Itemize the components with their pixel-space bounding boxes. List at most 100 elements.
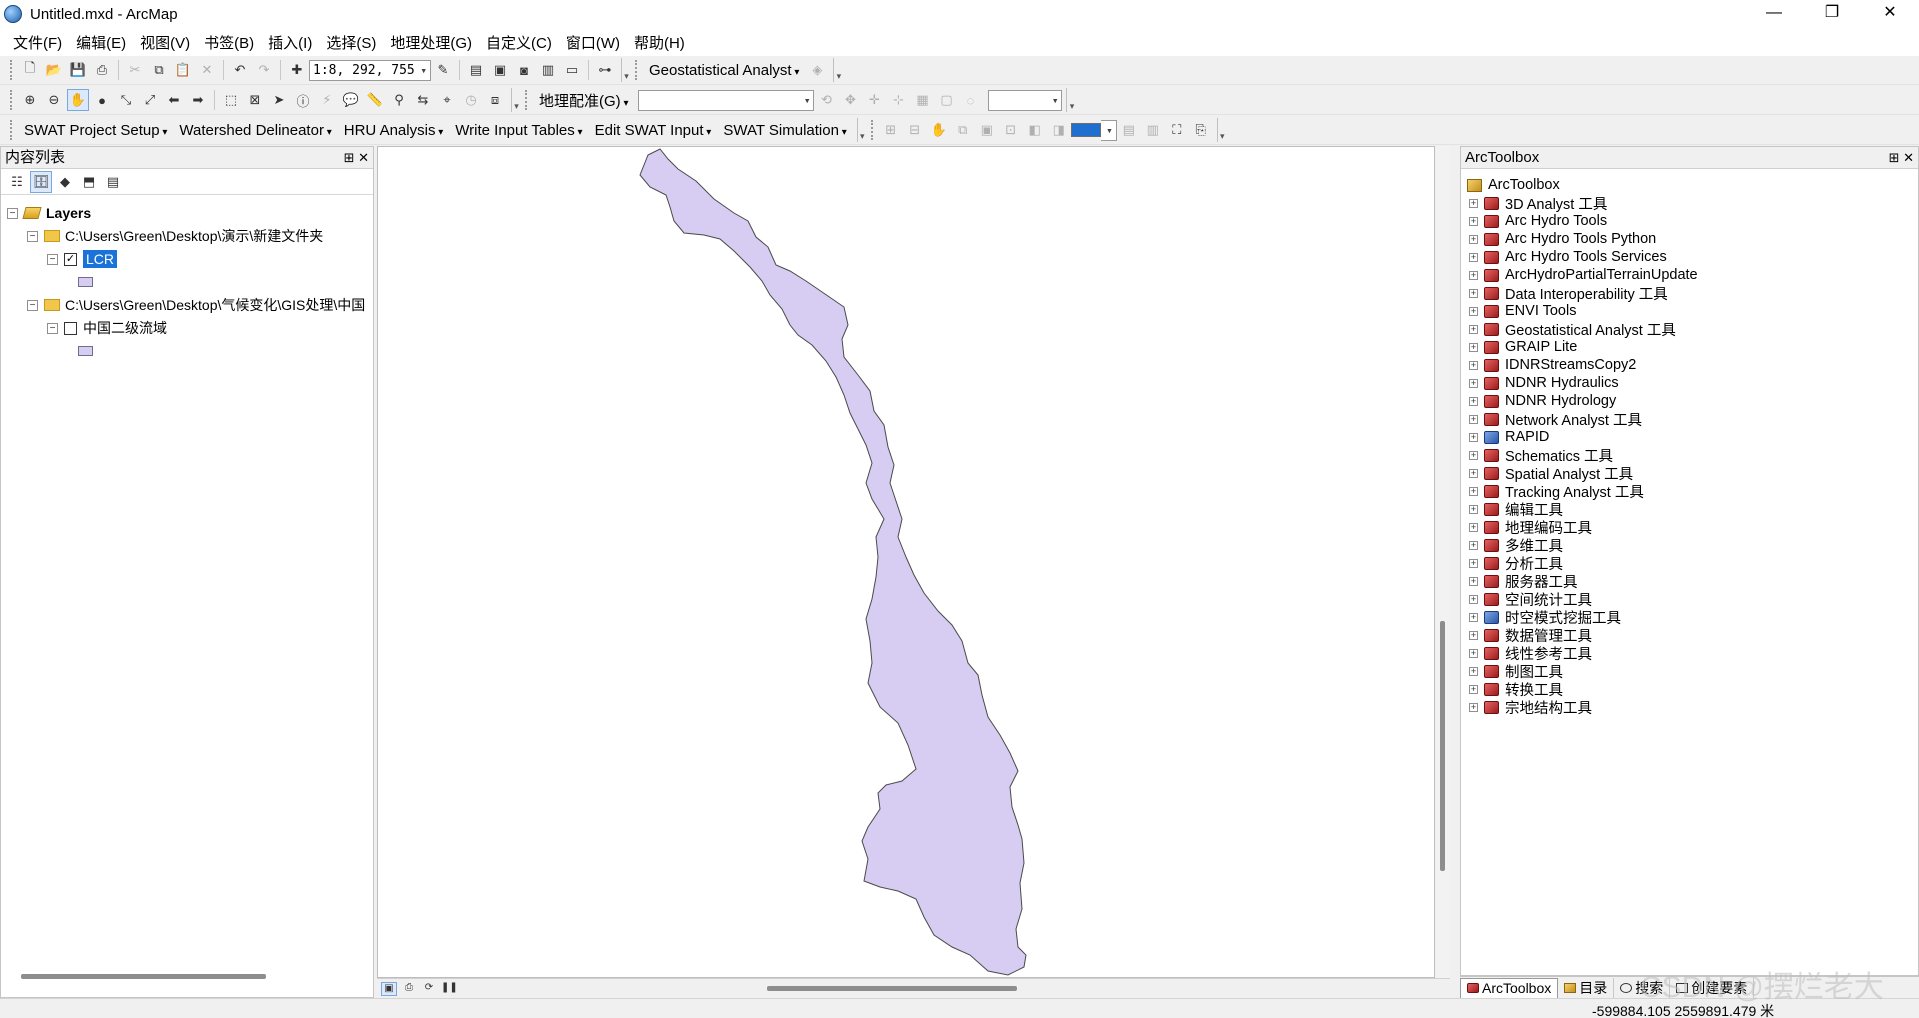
- expand-toggle[interactable]: +: [1469, 468, 1478, 478]
- list-by-drawing-order-icon[interactable]: ☷: [6, 171, 28, 193]
- tree-layer-lcr[interactable]: − ✓ LCR: [47, 248, 118, 270]
- find-route-icon[interactable]: ⇆: [412, 89, 434, 111]
- expand-toggle[interactable]: +: [1469, 576, 1478, 586]
- editor-toolbar-icon[interactable]: ✎: [432, 59, 454, 81]
- watershed-delineator-menu[interactable]: Watershed Delineator: [173, 122, 337, 139]
- expand-toggle[interactable]: +: [1469, 594, 1478, 604]
- toolbar-grip[interactable]: [870, 120, 875, 140]
- find-binoculars-icon[interactable]: ⚲: [388, 89, 410, 111]
- expand-toggle[interactable]: +: [1469, 414, 1478, 424]
- python-window-icon[interactable]: ▭: [561, 59, 583, 81]
- toc-pin-close-buttons[interactable]: ⊞ ✕: [344, 147, 369, 169]
- zoom-whole-page-icon[interactable]: ⧉: [952, 119, 974, 141]
- layer-visibility-checkbox[interactable]: [64, 321, 77, 335]
- map-scale-combo[interactable]: 1:8, 292, 755: [309, 59, 431, 81]
- measure-icon[interactable]: 📏: [364, 89, 386, 111]
- menu-geoprocessing[interactable]: 地理处理(G): [383, 32, 479, 53]
- layout-back-icon[interactable]: ◧: [1024, 119, 1046, 141]
- zoom-out-icon[interactable]: ⊖: [43, 89, 65, 111]
- print-icon[interactable]: ⎙: [91, 59, 113, 81]
- save-icon[interactable]: 💾: [67, 59, 89, 81]
- layout-pan-icon[interactable]: ✋: [928, 119, 950, 141]
- toolbar-options[interactable]: ▾: [511, 88, 521, 112]
- focus-data-frame-icon[interactable]: ▥: [1142, 119, 1164, 141]
- arctoolbox-pin-close-buttons[interactable]: ⊞ ✕: [1889, 147, 1914, 169]
- toolbar-grip[interactable]: [10, 90, 14, 110]
- edit-swat-input-menu[interactable]: Edit SWAT Input: [589, 122, 718, 139]
- table-of-contents-icon[interactable]: ▤: [465, 59, 487, 81]
- open-folder-icon[interactable]: 📂: [43, 59, 65, 81]
- tab-search[interactable]: 搜索: [1614, 977, 1671, 998]
- maximize-button[interactable]: ❐: [1803, 0, 1861, 28]
- expand-toggle[interactable]: +: [1469, 558, 1478, 568]
- expand-toggle[interactable]: +: [1469, 252, 1478, 262]
- undo-icon[interactable]: ↶: [229, 59, 251, 81]
- tab-arctoolbox[interactable]: ArcToolbox: [1460, 977, 1559, 998]
- viewer-icon[interactable]: ▢: [935, 89, 957, 111]
- expand-toggle[interactable]: +: [1469, 270, 1478, 280]
- zoom-percent-color-box[interactable]: [1070, 123, 1101, 137]
- clear-selection-icon[interactable]: ⊠: [244, 89, 266, 111]
- tree-root-layers[interactable]: − Layers: [7, 202, 91, 224]
- paste-icon[interactable]: 📋: [172, 59, 194, 81]
- map-canvas[interactable]: [378, 147, 1436, 979]
- menu-edit[interactable]: 编辑(E): [69, 32, 133, 53]
- expand-toggle[interactable]: +: [1469, 504, 1478, 514]
- fixed-zoom-layout-icon[interactable]: ⊡: [1000, 119, 1022, 141]
- menu-help[interactable]: 帮助(H): [627, 32, 692, 53]
- html-popup-icon[interactable]: 💬: [340, 89, 362, 111]
- expand-toggle[interactable]: +: [1469, 612, 1478, 622]
- full-extent-icon[interactable]: ●: [91, 89, 113, 111]
- minimize-button[interactable]: —: [1745, 0, 1803, 28]
- toolbox-item[interactable]: + 宗地结构工具: [1469, 696, 1592, 718]
- pause-drawing-icon[interactable]: ❚❚: [441, 982, 458, 996]
- collapse-toggle[interactable]: −: [47, 322, 58, 334]
- toolbar-options[interactable]: ▾: [856, 118, 867, 142]
- expand-toggle[interactable]: +: [1469, 648, 1478, 658]
- modelbuilder-icon[interactable]: ⊶: [594, 59, 616, 81]
- redo-icon[interactable]: ↷: [253, 59, 275, 81]
- toggle-draft-icon[interactable]: ▤: [1118, 119, 1140, 141]
- hyperlink-icon[interactable]: ⚡: [316, 89, 338, 111]
- expand-toggle[interactable]: +: [1469, 216, 1478, 226]
- create-viewer-icon[interactable]: ⧈: [484, 89, 506, 111]
- shift-icon[interactable]: ✥: [839, 89, 861, 111]
- expand-toggle[interactable]: +: [1469, 324, 1478, 334]
- zoom-100-icon[interactable]: ▣: [976, 119, 998, 141]
- geostat-wizard-icon[interactable]: ◈: [806, 59, 828, 81]
- delete-icon[interactable]: ✕: [196, 59, 218, 81]
- list-by-selection-icon[interactable]: ⬒: [78, 171, 100, 193]
- new-document-icon[interactable]: 🗋: [19, 59, 41, 81]
- georeferencing-menu[interactable]: 地理配准(G): [533, 90, 634, 111]
- menu-view[interactable]: 视图(V): [133, 32, 197, 53]
- layout-view-button[interactable]: ⎙: [401, 982, 417, 996]
- legend-patch-lcr[interactable]: [78, 277, 93, 287]
- tree-layer-china-basins[interactable]: − 中国二级流域: [47, 317, 167, 339]
- go-to-xy-icon[interactable]: ⌖: [436, 89, 458, 111]
- expand-toggle[interactable]: +: [1469, 684, 1478, 694]
- map-vertical-scrollbar[interactable]: [1436, 146, 1450, 978]
- expand-toggle[interactable]: +: [1469, 234, 1478, 244]
- control-point-icon[interactable]: ⊹: [887, 89, 909, 111]
- expand-toggle[interactable]: +: [1469, 360, 1478, 370]
- expand-toggle[interactable]: +: [1469, 306, 1478, 316]
- select-features-icon[interactable]: ⬚: [220, 89, 242, 111]
- expand-toggle[interactable]: +: [1469, 630, 1478, 640]
- expand-toggle[interactable]: +: [1469, 378, 1478, 388]
- expand-toggle[interactable]: +: [1469, 396, 1478, 406]
- swat-project-setup-menu[interactable]: SWAT Project Setup: [18, 122, 173, 139]
- geostatistical-analyst-menu[interactable]: Geostatistical Analyst: [643, 62, 805, 79]
- tab-catalog[interactable]: 目录: [1558, 977, 1615, 998]
- menu-selection[interactable]: 选择(S): [319, 32, 383, 53]
- rotate-icon[interactable]: ⟲: [815, 89, 837, 111]
- collapse-toggle[interactable]: −: [7, 207, 18, 219]
- layer-name-label[interactable]: LCR: [83, 250, 118, 268]
- lcr-basin-polygon[interactable]: [639, 148, 1027, 976]
- expand-toggle[interactable]: +: [1469, 702, 1478, 712]
- toolbar-options[interactable]: ▾: [1066, 88, 1076, 112]
- menu-windows[interactable]: 窗口(W): [559, 32, 627, 53]
- view-link-table-icon[interactable]: ▦: [911, 89, 933, 111]
- menu-file[interactable]: 文件(F): [6, 32, 69, 53]
- toolbar-grip[interactable]: [635, 60, 639, 80]
- collapse-toggle[interactable]: −: [27, 230, 38, 242]
